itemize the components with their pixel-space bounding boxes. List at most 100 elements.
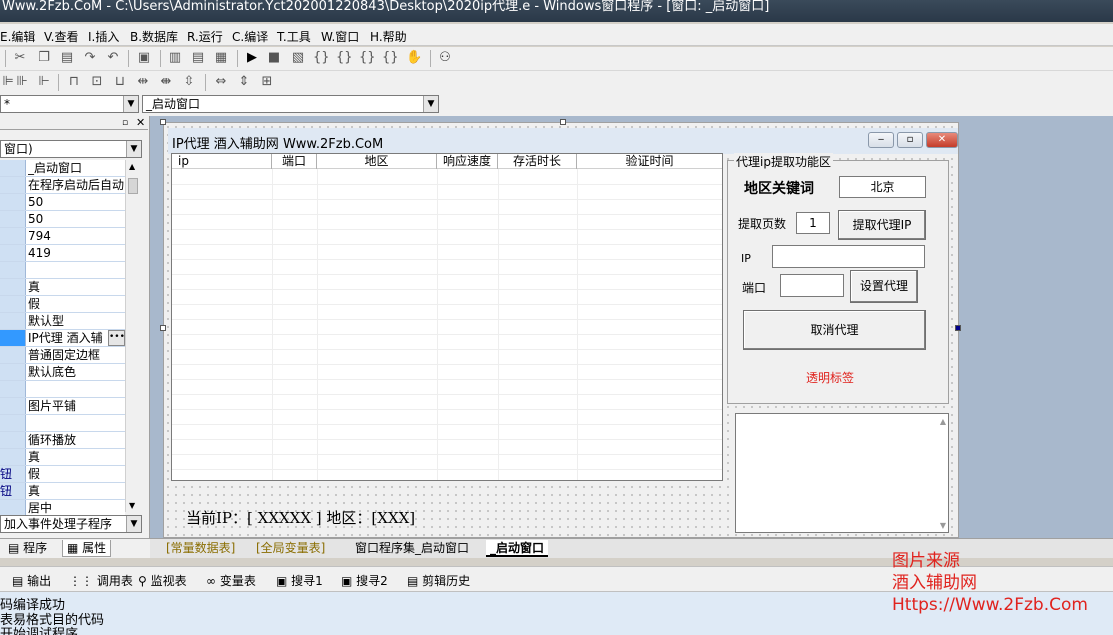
menu-edit[interactable]: E.编辑	[0, 28, 35, 45]
tab-globals[interactable]: [全局变量表]	[252, 540, 329, 557]
property-value[interactable]: 循环播放	[28, 432, 125, 448]
space-vertical-icon[interactable]: ⇳	[181, 74, 197, 90]
resize-handle[interactable]	[560, 119, 566, 125]
menu-window[interactable]: W.窗口	[321, 28, 359, 45]
tab-variables[interactable]: ∞ 变量表	[206, 572, 256, 589]
property-value[interactable]	[28, 381, 125, 397]
tab-program[interactable]: ▤ 程序	[4, 540, 51, 557]
layout-top-icon[interactable]: ▤	[190, 50, 206, 66]
property-row[interactable]: 794	[0, 228, 125, 245]
menu-help[interactable]: H.帮助	[370, 28, 407, 45]
menu-database[interactable]: B.数据库	[130, 28, 178, 45]
set-proxy-button[interactable]: 设置代理	[850, 270, 918, 303]
property-value[interactable]: 图片平铺	[28, 398, 125, 414]
layout-grid-icon[interactable]: ▦	[213, 50, 229, 66]
property-value[interactable]: 50	[28, 211, 125, 227]
property-value[interactable]: 真	[28, 449, 125, 465]
find-icon[interactable]: ▣	[136, 50, 152, 66]
port-input[interactable]	[780, 274, 844, 297]
property-row[interactable]: 50	[0, 211, 125, 228]
proxy-list[interactable]: ip 端口 地区 响应速度 存活时长 验证时间	[171, 153, 723, 481]
layout-left-icon[interactable]: ▥	[167, 50, 183, 66]
tab-constants[interactable]: [常量数据表]	[162, 540, 239, 557]
property-row[interactable]	[0, 415, 125, 432]
copy-icon[interactable]: ❐	[36, 50, 52, 66]
step-over-icon[interactable]: {}	[336, 50, 353, 66]
resize-handle[interactable]	[160, 119, 166, 125]
column-header-uptime[interactable]: 存活时长	[498, 154, 577, 169]
menu-tools[interactable]: T.工具	[277, 28, 311, 45]
close-icon[interactable]: ✕	[136, 116, 145, 129]
property-value[interactable]: 50	[28, 194, 125, 210]
tab-output[interactable]: ▤ 输出	[12, 572, 51, 589]
property-row[interactable]	[0, 262, 125, 279]
property-row[interactable]: 在程序启动后自动	[0, 177, 125, 194]
property-value[interactable]	[28, 415, 125, 431]
paste-icon[interactable]: ▤	[59, 50, 75, 66]
property-value[interactable]: 真	[28, 483, 125, 499]
tab-properties[interactable]: ▦ 属性	[62, 540, 112, 557]
column-header-verify-time[interactable]: 验证时间	[577, 154, 722, 169]
tab-clip-history[interactable]: ▤ 剪辑历史	[407, 572, 470, 589]
restore-icon[interactable]: ▫	[122, 118, 128, 128]
redo-icon[interactable]: ↷	[82, 50, 98, 66]
property-row[interactable]: 普通固定边框	[0, 347, 125, 364]
property-value[interactable]: 居中	[28, 500, 125, 516]
tab-search-1[interactable]: ▣ 搜寻1	[276, 572, 323, 589]
property-row[interactable]	[0, 381, 125, 398]
property-row[interactable]: IP代理 酒入辅 •••	[0, 330, 125, 347]
property-scrollbar[interactable]: ▲ ▼	[125, 160, 140, 512]
cancel-proxy-button[interactable]: 取消代理	[743, 310, 926, 350]
ellipsis-button[interactable]: •••	[108, 330, 125, 346]
property-value[interactable]: 普通固定边框	[28, 347, 125, 363]
undo-icon[interactable]: ↶	[105, 50, 121, 66]
menu-run[interactable]: R.运行	[187, 28, 223, 45]
space-horizontal-icon[interactable]: ⇹	[135, 74, 151, 90]
fetch-proxy-button[interactable]: 提取代理IP	[838, 210, 926, 240]
form-canvas[interactable]: IP代理 酒入辅助网 Www.2Fzb.CoM ‒ ▫ ✕ ip 端口 地区 响…	[160, 119, 961, 538]
pages-input[interactable]: 1	[796, 212, 830, 234]
column-header-port[interactable]: 端口	[272, 154, 317, 169]
property-value[interactable]: _启动窗口	[28, 160, 125, 176]
menu-insert[interactable]: I.插入	[88, 28, 119, 45]
chevron-down-icon[interactable]: ▼	[423, 96, 438, 112]
property-value[interactable]: 假	[28, 296, 125, 312]
space-even-icon[interactable]: ⇼	[158, 74, 174, 90]
scroll-up-icon[interactable]: ▲	[129, 162, 135, 171]
same-width-icon[interactable]: ⇔	[213, 74, 229, 90]
tab-call-table[interactable]: ⋮⋮ 调用表	[69, 572, 133, 589]
stop-icon[interactable]: ■	[266, 50, 282, 66]
property-row[interactable]: 默认底色	[0, 364, 125, 381]
maximize-icon[interactable]: ▫	[897, 132, 923, 148]
step-icon[interactable]: ▧	[290, 50, 306, 66]
subroutine-combo[interactable]: _启动窗口 ▼	[142, 95, 439, 113]
run-to-cursor-icon[interactable]: {}	[382, 50, 399, 66]
object-combo[interactable]: 窗口) ▼	[0, 140, 142, 158]
property-value[interactable]: 在程序启动后自动	[28, 177, 125, 193]
property-row[interactable]: 假	[0, 296, 125, 313]
same-size-icon[interactable]: ⊞	[259, 74, 275, 90]
column-header-region[interactable]: 地区	[317, 154, 437, 169]
column-header-speed[interactable]: 响应速度	[437, 154, 498, 169]
run-icon[interactable]: ▶	[244, 50, 260, 66]
binoculars-icon[interactable]: ⚇	[437, 50, 453, 66]
resize-handle[interactable]	[955, 325, 961, 331]
event-combo[interactable]: 加入事件处理子程序 ▼	[0, 515, 142, 533]
chevron-down-icon[interactable]: ▼	[126, 516, 141, 532]
align-right-icon[interactable]: ⊩	[36, 74, 52, 90]
property-value[interactable]: 真	[28, 279, 125, 295]
column-header-ip[interactable]: ip	[172, 154, 272, 169]
property-value[interactable]: 794	[28, 228, 125, 244]
chevron-down-icon[interactable]: ▼	[123, 96, 138, 112]
property-value[interactable]	[28, 262, 125, 278]
property-value[interactable]: 默认底色	[28, 364, 125, 380]
tab-startup-window[interactable]: _启动窗口	[486, 540, 549, 557]
align-top-icon[interactable]: ⊓	[66, 74, 82, 90]
menu-view[interactable]: V.查看	[44, 28, 78, 45]
tab-watch[interactable]: ⚲ 监视表	[138, 572, 187, 589]
property-value[interactable]: 假	[28, 466, 125, 482]
scroll-down-icon[interactable]: ▼	[940, 521, 946, 530]
ip-input[interactable]	[772, 245, 925, 268]
property-row[interactable]: 真	[0, 449, 125, 466]
align-bottom-icon[interactable]: ⊔	[112, 74, 128, 90]
